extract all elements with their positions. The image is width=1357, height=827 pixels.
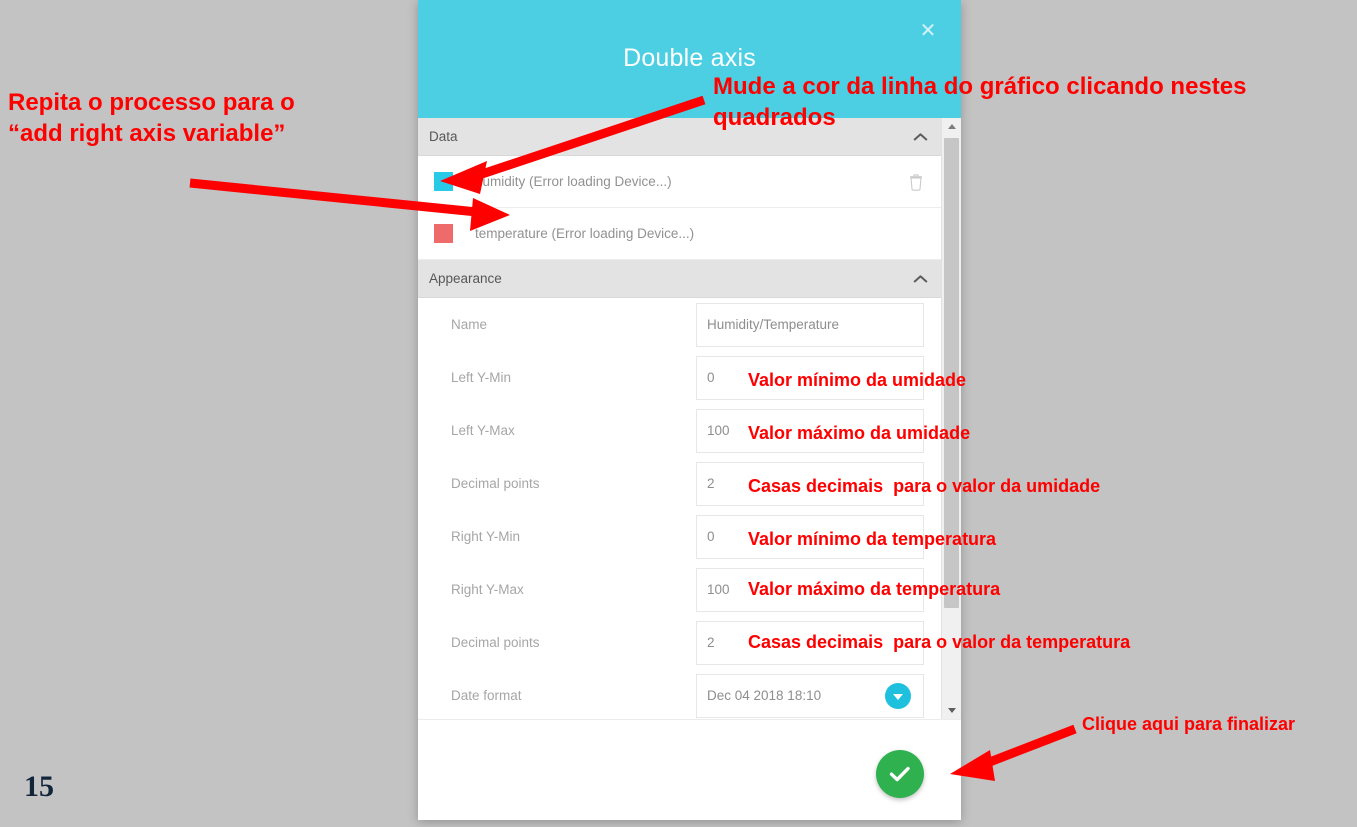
arrow-to-confirm-button xyxy=(950,724,1077,781)
field-label: Left Y-Max xyxy=(451,423,515,438)
chevron-up-icon xyxy=(914,274,928,283)
caret-down-icon[interactable] xyxy=(942,702,961,719)
table-row: humidity (Error loading Device...) xyxy=(418,156,942,208)
form-row-name: Name Humidity/Temperature xyxy=(418,298,942,351)
field-label: Decimal points xyxy=(451,476,540,491)
field-value: 0 xyxy=(707,370,715,385)
annotation-temperature-max: Valor máximo da temperatura xyxy=(748,579,1001,599)
section-title-appearance: Appearance xyxy=(429,271,502,286)
dialog-body: Data humidity (Error loading Device...) xyxy=(418,118,961,719)
dialog-footer xyxy=(418,719,961,820)
annotation-left: Repita o processo para o “add right axis… xyxy=(8,89,295,147)
field-value: 100 xyxy=(707,423,730,438)
annotation-temperature-dec: Casas decimais para o valor da temperatu… xyxy=(748,632,1131,652)
dialog-title: Double axis xyxy=(623,44,756,72)
table-row: temperature (Error loading Device...) xyxy=(418,208,942,260)
annotation-change-color: Mude a cor da linha do gráfico clicando … xyxy=(713,73,1247,131)
form-row-date-format: Date format Dec 04 2018 18:10 xyxy=(418,669,942,719)
chevron-down-icon[interactable] xyxy=(885,682,911,709)
data-series-label: humidity (Error loading Device...) xyxy=(475,174,672,189)
field-value: 2 xyxy=(707,476,715,491)
dialog-scrollbar[interactable] xyxy=(941,118,961,719)
field-value: 0 xyxy=(707,529,715,544)
dialog-scroll-area: Data humidity (Error loading Device...) xyxy=(418,118,942,719)
field-value: Humidity/Temperature xyxy=(707,317,840,332)
date-format-select[interactable]: Dec 04 2018 18:10 xyxy=(696,673,924,718)
field-label: Name xyxy=(451,317,488,332)
color-swatch-humidity[interactable] xyxy=(434,172,453,191)
annotation-humidity-max: Valor máximo da umidade xyxy=(748,423,971,443)
annotation-finish: Clique aqui para finalizar xyxy=(1082,714,1296,734)
field-value: 2 xyxy=(707,635,715,650)
page-number: 15 xyxy=(24,770,54,803)
annotation-humidity-min: Valor mínimo da umidade xyxy=(748,370,967,390)
field-value: Dec 04 2018 18:10 xyxy=(707,688,822,703)
field-label: Right Y-Min xyxy=(451,529,521,544)
trash-icon[interactable] xyxy=(908,173,924,191)
field-label: Date format xyxy=(451,688,522,703)
section-header-appearance[interactable]: Appearance xyxy=(418,260,942,298)
check-icon xyxy=(889,766,910,782)
field-label: Left Y-Min xyxy=(451,370,512,385)
field-value: 100 xyxy=(707,582,730,597)
color-swatch-temperature[interactable] xyxy=(434,224,453,243)
close-icon[interactable]: ✕ xyxy=(917,20,939,42)
data-series-label: temperature (Error loading Device...) xyxy=(475,226,695,241)
annotation-temperature-min: Valor mínimo da temperatura xyxy=(748,529,997,549)
name-input[interactable]: Humidity/Temperature xyxy=(696,302,924,347)
field-label: Decimal points xyxy=(451,635,540,650)
annotation-humidity-dec: Casas decimais para o valor da umidade xyxy=(748,476,1101,496)
field-label: Right Y-Max xyxy=(451,582,524,597)
confirm-button[interactable] xyxy=(876,750,924,798)
slide-canvas: Double axis ✕ Data humidity (Error loadi… xyxy=(0,0,1357,827)
